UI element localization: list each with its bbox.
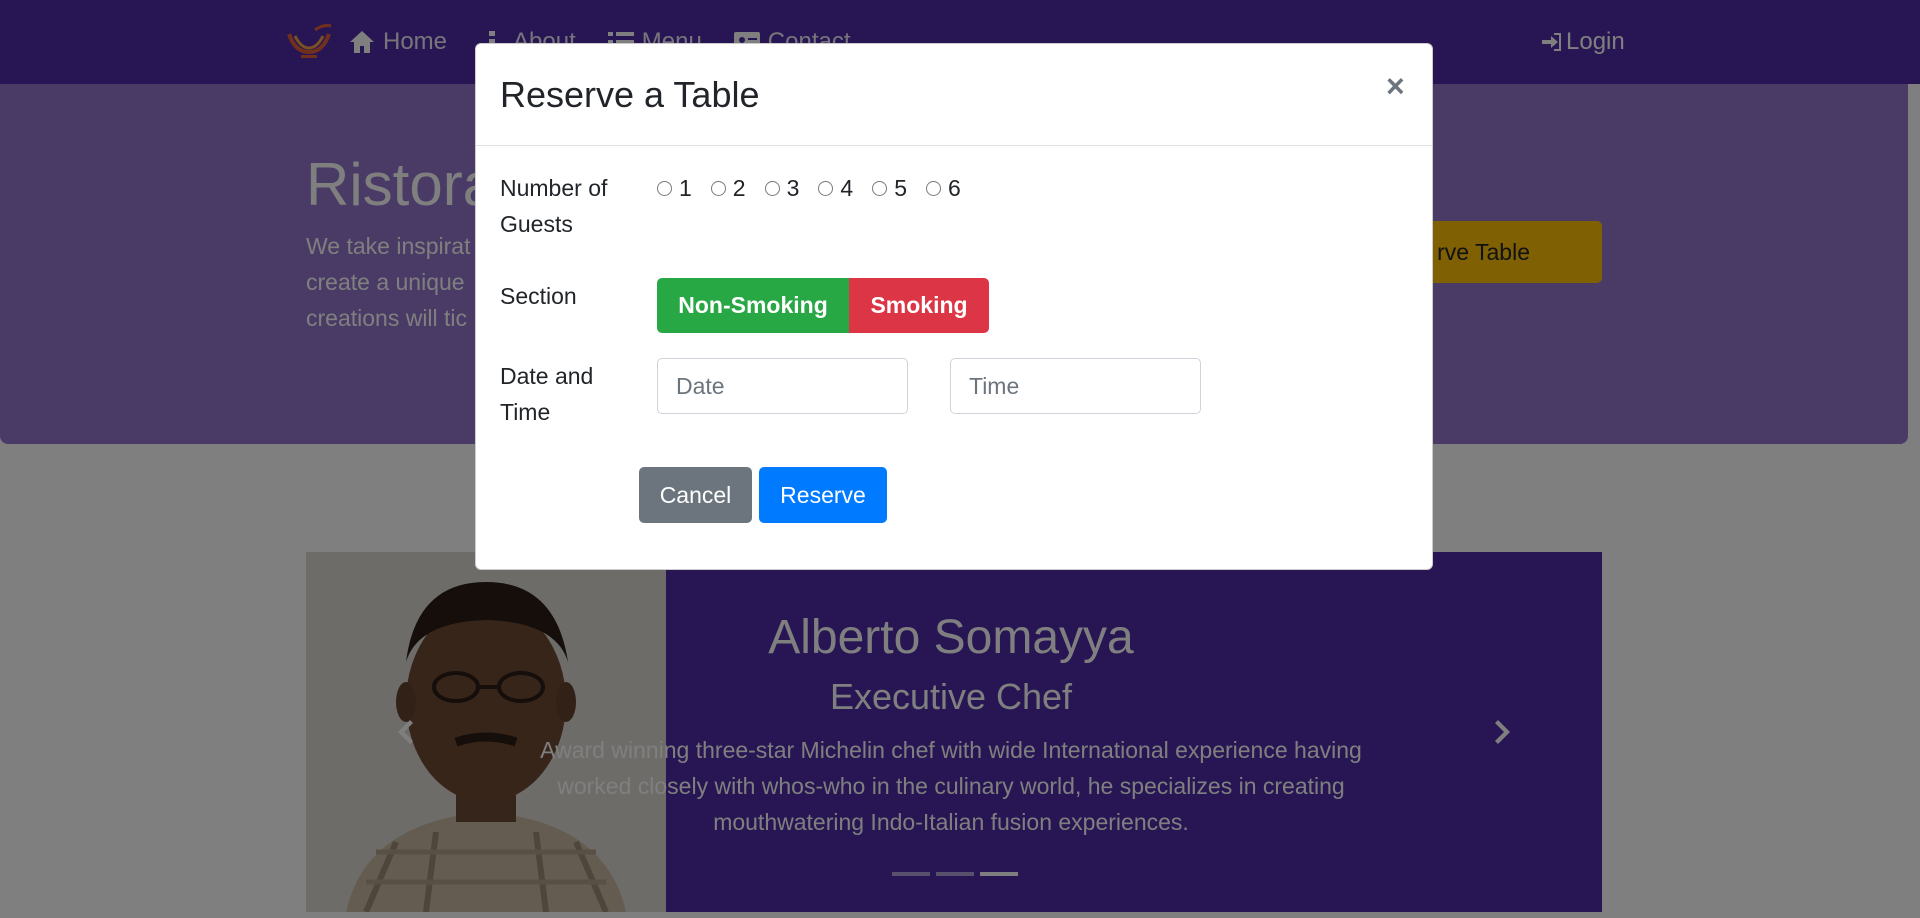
date-input[interactable] bbox=[657, 358, 908, 414]
radio-button[interactable] bbox=[657, 180, 672, 196]
guests-option-1[interactable]: 1 bbox=[657, 175, 692, 202]
radio-button[interactable] bbox=[764, 180, 780, 196]
guests-option-3[interactable]: 3 bbox=[764, 174, 800, 202]
radio-button[interactable] bbox=[925, 180, 941, 196]
date-time-label: Date and Time bbox=[500, 363, 594, 425]
radio-label: 6 bbox=[947, 174, 961, 201]
reserve-button[interactable]: Reserve bbox=[759, 467, 887, 523]
radio-label: 2 bbox=[732, 174, 746, 201]
radio-button[interactable] bbox=[710, 180, 726, 196]
radio-label: 1 bbox=[679, 174, 692, 201]
section-label: Section bbox=[500, 283, 577, 309]
radio-button[interactable] bbox=[872, 180, 888, 196]
radio-label: 5 bbox=[894, 174, 907, 201]
guests-option-6[interactable]: 6 bbox=[925, 174, 961, 202]
radio-label: 4 bbox=[840, 174, 854, 201]
section-toggle-group: Non-Smoking Smoking bbox=[657, 278, 989, 333]
radio-label: 3 bbox=[786, 174, 800, 201]
modal-title: Reserve a Table bbox=[500, 74, 760, 115]
cancel-button[interactable]: Cancel bbox=[639, 467, 752, 523]
guests-radio-group: 1 2 3 4 5 6 bbox=[657, 170, 980, 206]
smoking-button[interactable]: Smoking bbox=[849, 278, 989, 333]
time-input[interactable] bbox=[950, 358, 1201, 414]
close-icon[interactable]: × bbox=[1386, 68, 1405, 104]
non-smoking-button[interactable]: Non-Smoking bbox=[657, 278, 849, 333]
radio-button[interactable] bbox=[818, 180, 834, 196]
guests-option-2[interactable]: 2 bbox=[710, 174, 746, 202]
modal-header: Reserve a Table × bbox=[476, 44, 1432, 146]
guests-option-4[interactable]: 4 bbox=[818, 175, 853, 202]
guests-option-5[interactable]: 5 bbox=[872, 175, 907, 202]
reserve-table-modal: Reserve a Table × Number of Guests 1 2 3… bbox=[475, 43, 1433, 570]
guests-label: Number of Guests bbox=[500, 175, 608, 237]
